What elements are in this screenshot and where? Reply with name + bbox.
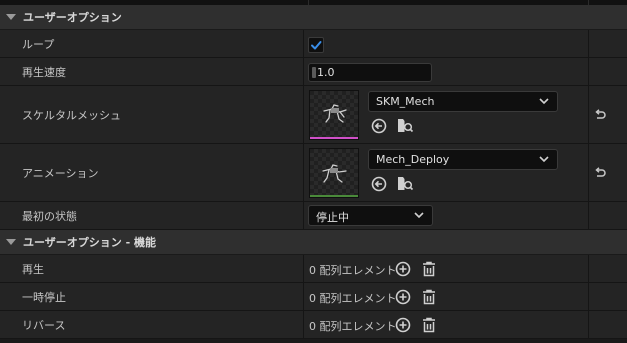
property-row-initial-state: 最初の状態 停止中 <box>0 202 627 230</box>
reset-arrow-icon <box>595 167 606 177</box>
chevron-down-icon <box>539 98 549 105</box>
trash-icon <box>423 317 435 333</box>
collapse-triangle-icon[interactable] <box>6 239 16 245</box>
checkmark-icon <box>311 41 322 50</box>
function-row-reverse: リバース 0 配列エレメント <box>0 311 627 339</box>
play-rate-input[interactable]: 1.0 <box>308 63 432 82</box>
use-selected-button[interactable] <box>370 175 388 193</box>
plus-circle-icon <box>395 317 411 333</box>
delete-all-button[interactable] <box>420 260 438 278</box>
trash-icon <box>423 289 435 305</box>
chevron-down-icon <box>539 156 549 163</box>
property-label-initial-state: 最初の状態 <box>22 209 77 223</box>
function-row-pause: 一時停止 0 配列エレメント <box>0 283 627 311</box>
initial-state-combo[interactable]: 停止中 <box>308 205 433 226</box>
property-label-animation: アニメーション <box>22 166 99 180</box>
section-title: ユーザーオプション <box>23 11 122 24</box>
add-element-button[interactable] <box>394 288 412 306</box>
collapse-triangle-icon[interactable] <box>6 14 16 20</box>
property-label-loop: ループ <box>22 37 55 51</box>
browse-asset-icon <box>398 177 414 191</box>
loop-checkbox[interactable] <box>308 37 324 53</box>
reset-arrow-icon <box>595 109 606 119</box>
property-label-play-rate: 再生速度 <box>22 65 66 79</box>
reset-to-default-button[interactable] <box>593 166 607 180</box>
use-selected-button[interactable] <box>370 117 388 135</box>
initial-state-value: 停止中 <box>316 211 349 224</box>
add-element-button[interactable] <box>394 316 412 334</box>
delete-all-button[interactable] <box>420 316 438 334</box>
asset-type-bar <box>310 195 358 197</box>
plus-circle-icon <box>395 289 411 305</box>
browse-asset-button[interactable] <box>396 175 414 193</box>
property-label-skeletal-mesh: スケルタルメッシュ <box>22 108 121 122</box>
section-header-user-options-functions[interactable]: ユーザーオプション - 機能 <box>0 230 627 255</box>
animation-combo[interactable]: Mech_Deploy <box>368 149 558 170</box>
skeletal-mesh-combo[interactable]: SKM_Mech <box>368 91 558 112</box>
function-label: 再生 <box>22 262 44 276</box>
browse-asset-icon <box>398 119 414 133</box>
property-row-animation: アニメーション Mech_Deploy <box>0 144 627 202</box>
property-row-play-rate: 再生速度 1.0 <box>0 58 627 86</box>
skeletal-mesh-thumbnail[interactable] <box>309 90 359 140</box>
arrow-left-circle-icon <box>371 176 387 192</box>
function-label: 一時停止 <box>22 290 66 304</box>
chevron-down-icon <box>414 212 424 219</box>
add-element-button[interactable] <box>394 260 412 278</box>
skeletal-mesh-value: SKM_Mech <box>376 95 435 108</box>
section-title: ユーザーオプション - 機能 <box>23 236 157 249</box>
browse-asset-button[interactable] <box>396 117 414 135</box>
asset-type-bar <box>310 137 358 139</box>
play-rate-value: 1.0 <box>317 66 335 79</box>
mech-thumbnail-icon <box>322 164 347 183</box>
array-element-count: 0 配列エレメント <box>309 264 397 277</box>
array-element-count: 0 配列エレメント <box>309 320 397 333</box>
property-row-skeletal-mesh: スケルタルメッシュ SKM_Mech <box>0 86 627 144</box>
mech-thumbnail-icon <box>323 104 347 123</box>
drag-handle[interactable] <box>312 67 316 78</box>
animation-thumbnail[interactable] <box>309 148 359 198</box>
trash-icon <box>423 261 435 277</box>
array-element-count: 0 配列エレメント <box>309 292 397 305</box>
plus-circle-icon <box>395 261 411 277</box>
function-row-play: 再生 0 配列エレメント <box>0 255 627 283</box>
arrow-left-circle-icon <box>371 118 387 134</box>
section-header-user-options[interactable]: ユーザーオプション <box>0 5 627 30</box>
reset-to-default-button[interactable] <box>593 108 607 122</box>
delete-all-button[interactable] <box>420 288 438 306</box>
function-label: リバース <box>22 318 66 332</box>
animation-value: Mech_Deploy <box>376 153 450 166</box>
property-row-loop: ループ <box>0 30 627 58</box>
